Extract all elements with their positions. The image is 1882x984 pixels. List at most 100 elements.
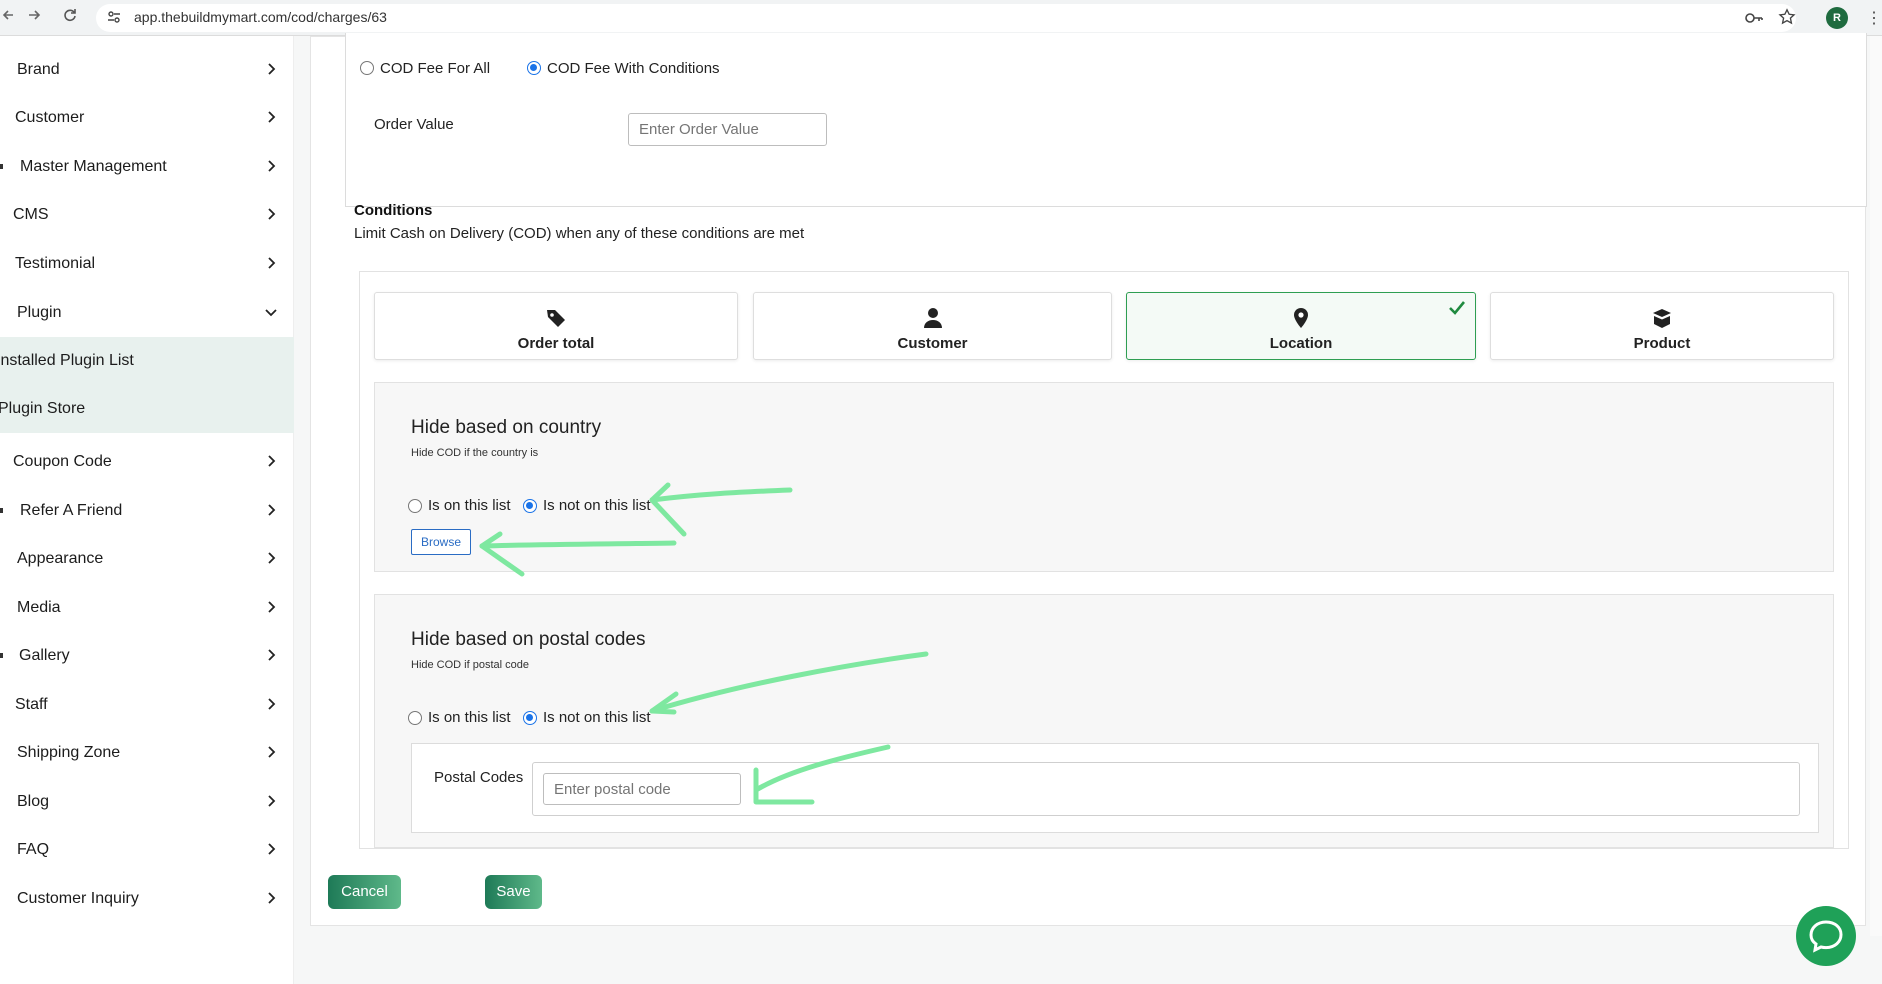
sidebar-item-refer-a-friend[interactable]: Refer A Friend xyxy=(0,487,294,535)
postal-on-list-label[interactable]: Is on this list xyxy=(428,709,511,726)
tab-location[interactable]: Location xyxy=(1126,292,1476,360)
postal-section: Hide based on postal codes Hide COD if p… xyxy=(374,594,1834,848)
save-button[interactable]: Save xyxy=(485,875,542,909)
browser-toolbar: app.thebuildmymart.com/cod/charges/63 R … xyxy=(0,0,1882,36)
page-scrollbar[interactable] xyxy=(1870,36,1882,936)
sidebar-item-label: Plugin Store xyxy=(0,400,86,417)
chevron-right-icon xyxy=(268,795,276,807)
sidebar-item-shipping-zone[interactable]: Shipping Zone xyxy=(0,729,294,777)
sidebar-item-label: Refer A Friend xyxy=(20,502,123,519)
sidebar-item-label: Gallery xyxy=(19,647,70,664)
back-icon[interactable] xyxy=(0,8,20,28)
sidebar-item-master-management[interactable]: Master Management xyxy=(0,143,294,191)
tab-label: Order total xyxy=(517,335,595,352)
sidebar-item-label: Testimonial xyxy=(15,255,96,272)
nav-marker xyxy=(0,164,3,169)
bookmark-star-icon[interactable] xyxy=(1778,8,1798,28)
postal-not-on-list-radio[interactable] xyxy=(523,711,537,725)
fee-all-radio[interactable] xyxy=(360,61,374,75)
postal-section-title: Hide based on postal codes xyxy=(411,629,646,650)
country-not-on-list-label[interactable]: Is not on this list xyxy=(543,497,651,514)
postal-codes-container[interactable] xyxy=(532,762,1800,816)
chevron-right-icon xyxy=(268,504,276,516)
sidebar-item-plugin[interactable]: Plugin xyxy=(0,289,294,337)
sidebar-item-label: Blog xyxy=(17,793,50,810)
sidebar-item-media[interactable]: Media xyxy=(0,584,294,632)
chevron-right-icon xyxy=(268,698,276,710)
chevron-right-icon xyxy=(268,601,276,613)
sidebar-item-label: Appearance xyxy=(17,550,104,567)
cod-charge-form: COD Fee For All COD Fee With Conditions … xyxy=(310,33,1867,926)
country-section-subtitle: Hide COD if the country is xyxy=(411,447,539,459)
browser-menu-icon[interactable]: ⋮ xyxy=(1866,8,1882,28)
chevron-right-icon xyxy=(268,843,276,855)
sidebar-item-customer[interactable]: Customer xyxy=(0,94,294,142)
sidebar-item-label: Installed Plugin List xyxy=(0,352,134,369)
chevron-down-icon xyxy=(265,309,277,317)
sidebar-item-label: Customer xyxy=(15,109,85,126)
postal-codes-label: Postal Codes xyxy=(434,769,524,786)
fee-conditions-label[interactable]: COD Fee With Conditions xyxy=(547,60,720,77)
tab-label: Product xyxy=(1633,335,1691,352)
order-value-input[interactable] xyxy=(628,113,827,146)
sidebar-item-faq[interactable]: FAQ xyxy=(0,826,294,874)
chevron-right-icon xyxy=(268,257,276,269)
sidebar-item-appearance[interactable]: Appearance xyxy=(0,535,294,583)
order-value-label: Order Value xyxy=(374,116,454,133)
fee-conditions-radio[interactable] xyxy=(527,61,541,75)
postal-not-on-list-label[interactable]: Is not on this list xyxy=(543,709,651,726)
profile-avatar[interactable]: R xyxy=(1826,7,1848,29)
fee-all-label[interactable]: COD Fee For All xyxy=(380,60,490,77)
postal-section-subtitle: Hide COD if postal code xyxy=(411,659,529,671)
cancel-button[interactable]: Cancel xyxy=(328,875,401,909)
sidebar-item-customer-inquiry[interactable]: Customer Inquiry xyxy=(0,875,294,923)
chat-widget-button[interactable] xyxy=(1796,906,1856,966)
sidebar-item-blog[interactable]: Blog xyxy=(0,778,294,826)
country-section: Hide based on country Hide COD if the co… xyxy=(374,382,1834,572)
sidebar-item-label: Coupon Code xyxy=(13,453,112,470)
postal-code-input[interactable] xyxy=(543,773,741,805)
country-not-on-list-radio[interactable] xyxy=(523,499,537,513)
chevron-right-icon xyxy=(268,455,276,467)
sidebar-item-testimonial[interactable]: Testimonial xyxy=(0,240,294,288)
country-on-list-radio[interactable] xyxy=(408,499,422,513)
sidebar-item-label: Master Management xyxy=(20,158,167,175)
chevron-right-icon xyxy=(268,746,276,758)
tab-order-total[interactable]: Order total xyxy=(374,292,738,360)
postal-codes-box: Postal Codes xyxy=(411,743,1819,833)
sidebar-item-gallery[interactable]: Gallery xyxy=(0,632,294,680)
sidebar-item-staff[interactable]: Staff xyxy=(0,681,294,729)
forward-icon[interactable] xyxy=(24,8,44,28)
conditions-title: Conditions xyxy=(354,202,433,219)
chevron-right-icon xyxy=(268,208,276,220)
country-on-list-label[interactable]: Is on this list xyxy=(428,497,511,514)
sidebar-item-cms[interactable]: CMS xyxy=(0,191,294,239)
browse-button[interactable]: Browse xyxy=(411,529,471,555)
user-icon xyxy=(923,308,942,328)
sidebar-item-coupon-code[interactable]: Coupon Code xyxy=(0,438,294,486)
sidebar-item-label: Staff xyxy=(15,696,48,713)
site-settings-icon[interactable] xyxy=(106,9,124,27)
tab-label: Customer xyxy=(897,335,968,352)
sidebar-item-label: Brand xyxy=(17,61,60,78)
chevron-right-icon xyxy=(268,63,276,75)
postal-on-list-radio[interactable] xyxy=(408,711,422,725)
sidebar: Brand Customer Master Management CMS Tes… xyxy=(0,36,294,984)
sidebar-item-installed-plugin-list[interactable]: Installed Plugin List xyxy=(0,337,294,385)
password-key-icon[interactable] xyxy=(1744,8,1764,28)
tab-product[interactable]: Product xyxy=(1490,292,1834,360)
sidebar-item-label: Media xyxy=(17,599,61,616)
conditions-description: Limit Cash on Delivery (COD) when any of… xyxy=(354,225,805,242)
conditions-area: Order total Customer Location Product Hi… xyxy=(359,271,1849,849)
country-section-title: Hide based on country xyxy=(411,417,602,438)
sidebar-item-plugin-store[interactable]: Plugin Store xyxy=(0,385,294,433)
reload-icon[interactable] xyxy=(60,8,80,28)
tab-label: Location xyxy=(1269,335,1333,352)
chevron-right-icon xyxy=(268,892,276,904)
map-pin-icon xyxy=(1294,308,1308,328)
sidebar-item-brand[interactable]: Brand xyxy=(0,46,294,94)
sidebar-item-label: Customer Inquiry xyxy=(17,890,139,907)
url-text[interactable]: app.thebuildmymart.com/cod/charges/63 xyxy=(134,9,387,25)
sidebar-item-label: Shipping Zone xyxy=(17,744,121,761)
tab-customer[interactable]: Customer xyxy=(753,292,1112,360)
